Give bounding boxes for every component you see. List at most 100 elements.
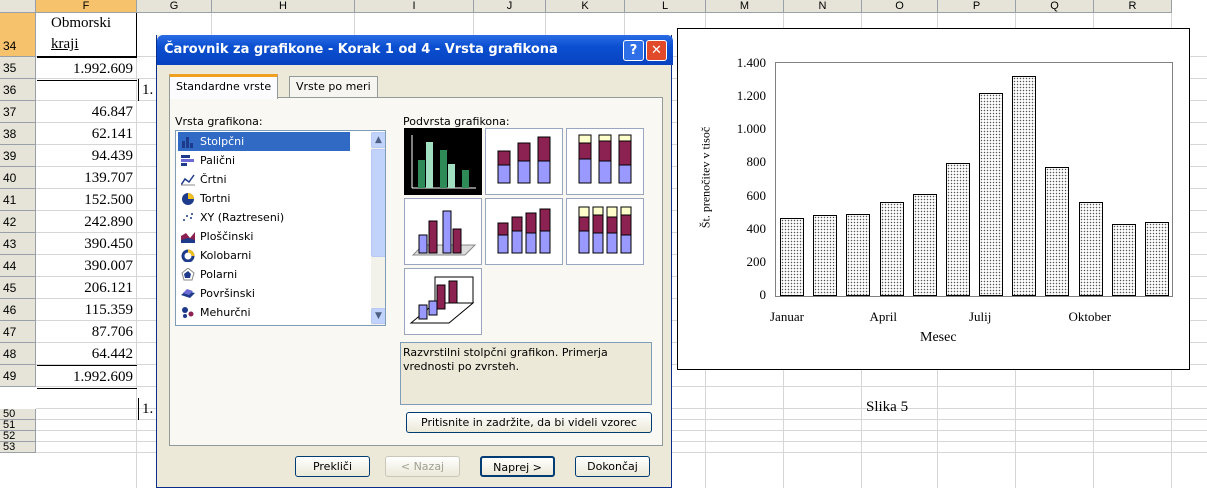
tab-standard[interactable]: Standardne vrste <box>169 74 279 99</box>
cell-value[interactable]: 152.500 <box>37 189 137 211</box>
scroll-up-icon[interactable]: ▲ <box>371 132 385 148</box>
back-button[interactable]: < Nazaj <box>385 456 460 477</box>
g-stub-cell[interactable]: 1. <box>138 79 158 101</box>
dialog-title-bar[interactable]: Čarovnik za grafikone - Korak 1 od 4 - V… <box>157 35 673 65</box>
row-header[interactable]: 38 <box>0 123 36 145</box>
column-header[interactable]: J <box>474 0 546 13</box>
cell-value[interactable]: 94.439 <box>37 145 137 167</box>
row-header[interactable]: 35 <box>0 57 36 79</box>
y-tick-label: 0 <box>759 287 767 302</box>
chart-type-item[interactable]: Stolpčni <box>178 132 350 151</box>
clustered-column-icon <box>411 135 476 189</box>
column-header[interactable]: Q <box>1016 0 1094 13</box>
cell-value[interactable]: 390.450 <box>37 233 137 255</box>
select-all-corner[interactable] <box>0 0 36 13</box>
row-header[interactable]: 53 <box>0 442 36 453</box>
g-stub-cell[interactable]: 1. <box>138 398 158 420</box>
cell-value[interactable]: 1.992.609 <box>37 365 137 389</box>
chart-bar[interactable] <box>1144 222 1169 296</box>
cell-value[interactable]: 87.706 <box>37 321 137 343</box>
row-header[interactable]: 45 <box>0 277 36 299</box>
bubble-chart-icon <box>181 306 195 319</box>
subtype-3d-column[interactable] <box>404 268 482 335</box>
column-header[interactable]: M <box>706 0 784 13</box>
row-header[interactable]: 48 <box>0 343 36 365</box>
row-header[interactable]: 34 <box>0 13 36 57</box>
column-header[interactable]: O <box>862 0 938 13</box>
column-header[interactable]: K <box>546 0 625 13</box>
cell-value[interactable]: 1.992.609 <box>37 57 137 81</box>
percent-stacked-column-icon <box>578 134 632 184</box>
help-button[interactable]: ? <box>623 40 644 61</box>
chart-type-item[interactable]: Palični <box>178 151 368 170</box>
cell-value[interactable]: 242.890 <box>37 211 137 233</box>
dialog-title: Čarovnik za grafikone - Korak 1 od 4 - V… <box>164 42 558 57</box>
chart-bar[interactable] <box>1045 166 1070 296</box>
cell-value[interactable]: 206.121 <box>37 277 137 299</box>
subtype-clustered-column[interactable] <box>404 128 482 195</box>
chart-type-item[interactable]: Ploščinski <box>178 227 368 246</box>
cell-value[interactable]: 139.707 <box>37 167 137 189</box>
chart-bar[interactable] <box>1078 201 1103 296</box>
cell-value[interactable]: 390.007 <box>37 255 137 277</box>
row-header[interactable]: 42 <box>0 211 36 233</box>
subtype-3d-clustered-column[interactable] <box>404 198 482 265</box>
tab-custom[interactable]: Vrste po meri <box>289 76 378 98</box>
chart-type-item[interactable]: Polarni <box>178 265 368 284</box>
subtype-100-stacked-column[interactable] <box>566 128 644 195</box>
row-header[interactable]: 49 <box>0 365 36 387</box>
chart-type-item[interactable]: Mehurčni <box>178 303 368 322</box>
cancel-button[interactable]: Prekliči <box>295 456 370 477</box>
column-header[interactable]: H <box>212 0 355 13</box>
column-header[interactable]: L <box>625 0 706 13</box>
row-header[interactable]: 40 <box>0 167 36 189</box>
subtype-3d-stacked-column[interactable] <box>485 198 563 265</box>
chart-bar[interactable] <box>879 202 904 296</box>
chart-type-item[interactable]: Površinski <box>178 284 368 303</box>
chart-type-list[interactable]: Stolpčni Palični Črtni Tortni XY (Raztreseni… <box>175 130 386 326</box>
row-header[interactable]: 36 <box>0 79 36 101</box>
chart-type-item[interactable]: XY (Raztreseni) <box>178 208 368 227</box>
row-header[interactable]: 39 <box>0 145 36 167</box>
scroll-thumb[interactable] <box>371 149 385 257</box>
chart-type-label: Polarni <box>200 268 238 281</box>
column-header[interactable]: G <box>137 0 212 13</box>
subtype-stacked-column[interactable] <box>485 128 563 195</box>
subtype-3d-100-stacked-column[interactable] <box>566 198 644 265</box>
preview-sample-button[interactable]: Pritisnite in zadržite, da bi videli vzo… <box>406 412 652 433</box>
row-header[interactable]: 44 <box>0 255 36 277</box>
chart-bar[interactable] <box>780 218 804 296</box>
chart-bar[interactable] <box>846 213 871 296</box>
f-header-cell[interactable]: Obmorski kraji <box>37 13 137 57</box>
cell-value[interactable]: 64.442 <box>37 343 137 365</box>
chart-bar[interactable] <box>979 93 1003 296</box>
chart-bar[interactable] <box>1012 76 1037 296</box>
scroll-down-icon[interactable]: ▼ <box>371 308 385 324</box>
chart-bar[interactable] <box>1111 223 1136 296</box>
column-header[interactable]: P <box>938 0 1016 13</box>
cell-value[interactable]: 46.847 <box>37 101 137 123</box>
cell-value[interactable]: 115.359 <box>37 299 137 321</box>
finish-button[interactable]: Dokončaj <box>575 456 650 477</box>
list-scrollbar[interactable]: ▲ ▼ <box>371 132 385 325</box>
row-header[interactable]: 37 <box>0 101 36 123</box>
chart-type-item[interactable]: Kolobarni <box>178 246 368 265</box>
y-tick-label: 1.400 <box>736 55 766 70</box>
column-header[interactable]: R <box>1094 0 1172 13</box>
chart-bar[interactable] <box>945 162 970 296</box>
column-header[interactable]: N <box>784 0 862 13</box>
cell-value[interactable]: 62.141 <box>37 123 137 145</box>
row-header[interactable]: 46 <box>0 299 36 321</box>
chart-type-item[interactable]: Črtni <box>178 170 368 189</box>
chart-type-item[interactable]: Tortni <box>178 189 368 208</box>
row-header[interactable]: 41 <box>0 189 36 211</box>
row-header[interactable]: 43 <box>0 233 36 255</box>
subtype-label: Podvrsta grafikona: <box>403 115 510 128</box>
chart-bar[interactable] <box>912 194 937 296</box>
chart-bar[interactable] <box>813 214 838 296</box>
next-button[interactable]: Naprej > <box>480 456 555 477</box>
close-button[interactable]: ✕ <box>646 40 667 61</box>
column-header[interactable]: I <box>355 0 474 13</box>
row-header[interactable]: 47 <box>0 321 36 343</box>
column-header[interactable]: F <box>36 0 137 13</box>
